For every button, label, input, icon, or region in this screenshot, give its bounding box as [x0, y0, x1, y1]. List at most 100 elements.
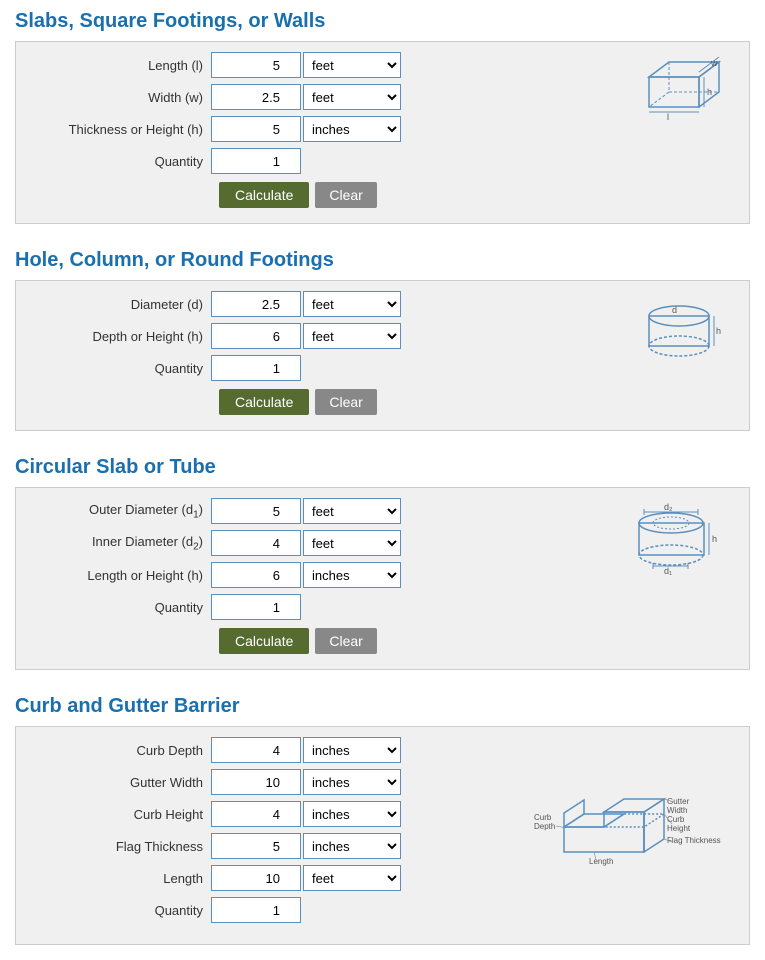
circular-btn-row: Calculate Clear	[219, 628, 614, 654]
curb-height-input[interactable]	[211, 801, 301, 827]
curb-diagram: Gutter Width Curb Depth Curb Height Flag…	[534, 737, 734, 872]
circular-diagram-svg: d₂ d₁ h	[629, 498, 729, 578]
curb-height-row: Curb Height inchesfeetyardscentimetersme…	[31, 801, 524, 827]
svg-text:Flag Thickness: Flag Thickness	[667, 836, 721, 845]
slabs-width-input[interactable]	[211, 84, 301, 110]
circular-outer-row: Outer Diameter (d1) feetinchesyardscenti…	[31, 498, 614, 524]
curb-depth-unit[interactable]: inchesfeetyardscentimetersmeters	[303, 737, 401, 763]
circular-inner-row: Inner Diameter (d2) feetinchesyardscenti…	[31, 530, 614, 556]
hole-depth-unit[interactable]: feetinchesyardscentimetersmeters	[303, 323, 401, 349]
curb-calc-box: Curb Depth inchesfeetyardscentimetersmet…	[15, 726, 750, 945]
circular-inner-input[interactable]	[211, 530, 301, 556]
hole-depth-row: Depth or Height (h) feetinchesyardscenti…	[31, 323, 614, 349]
slabs-thickness-row: Thickness or Height (h) feetinchesyardsc…	[31, 116, 614, 142]
curb-diagram-svg: Gutter Width Curb Depth Curb Height Flag…	[534, 742, 734, 872]
slabs-length-unit[interactable]: feetinchesyardscentimetersmeters	[303, 52, 401, 78]
hole-diagram-svg: d h	[634, 291, 724, 361]
hole-diameter-label: Diameter (d)	[31, 297, 211, 312]
circular-calc-box: Outer Diameter (d1) feetinchesyardscenti…	[15, 487, 750, 670]
svg-text:Gutter: Gutter	[667, 797, 690, 806]
curb-flagthick-row: Flag Thickness inchesfeetyardscentimeter…	[31, 833, 524, 859]
curb-length-row: Length feetinchesyardscentimetersmeters	[31, 865, 524, 891]
slabs-calc-box: Length (l) feetinchesyardscentimetersmet…	[15, 41, 750, 224]
hole-clear-button[interactable]: Clear	[315, 389, 376, 415]
hole-btn-row: Calculate Clear	[219, 389, 614, 415]
slabs-width-label: Width (w)	[31, 90, 211, 105]
curb-height-unit[interactable]: inchesfeetyardscentimetersmeters	[303, 801, 401, 827]
curb-form: Curb Depth inchesfeetyardscentimetersmet…	[31, 737, 524, 929]
slabs-form: Length (l) feetinchesyardscentimetersmet…	[31, 52, 614, 208]
slabs-section: Slabs, Square Footings, or Walls Length …	[0, 0, 765, 239]
svg-text:Height: Height	[667, 824, 691, 833]
hole-depth-input[interactable]	[211, 323, 301, 349]
circular-calculate-button[interactable]: Calculate	[219, 628, 309, 654]
curb-gutter-row: Gutter Width inchesfeetyardscentimetersm…	[31, 769, 524, 795]
curb-length-label: Length	[31, 871, 211, 886]
svg-text:h: h	[712, 534, 717, 544]
slabs-quantity-label: Quantity	[31, 154, 211, 169]
curb-section: Curb and Gutter Barrier Curb Depth inche…	[0, 685, 765, 960]
hole-calculate-button[interactable]: Calculate	[219, 389, 309, 415]
curb-length-unit[interactable]: feetinchesyardscentimetersmeters	[303, 865, 401, 891]
curb-length-input[interactable]	[211, 865, 301, 891]
curb-flagthick-unit[interactable]: inchesfeetyardscentimetersmeters	[303, 833, 401, 859]
slabs-clear-button[interactable]: Clear	[315, 182, 376, 208]
circular-height-unit[interactable]: feetinchesyardscentimetersmeters	[303, 562, 401, 588]
slabs-quantity-input[interactable]	[211, 148, 301, 174]
circular-quantity-row: Quantity	[31, 594, 614, 620]
hole-depth-label: Depth or Height (h)	[31, 329, 211, 344]
slabs-length-label: Length (l)	[31, 58, 211, 73]
hole-diagram: d h	[624, 291, 734, 361]
circular-height-label: Length or Height (h)	[31, 568, 211, 583]
curb-depth-label: Curb Depth	[31, 743, 211, 758]
curb-quantity-label: Quantity	[31, 903, 211, 918]
slabs-diagram: l h w	[624, 52, 734, 122]
hole-quantity-input[interactable]	[211, 355, 301, 381]
curb-depth-input[interactable]	[211, 737, 301, 763]
curb-title: Curb and Gutter Barrier	[15, 695, 750, 718]
circular-diagram: d₂ d₁ h	[624, 498, 734, 578]
hole-form: Diameter (d) feetinchesyardscentimetersm…	[31, 291, 614, 415]
curb-gutter-input[interactable]	[211, 769, 301, 795]
circular-height-input[interactable]	[211, 562, 301, 588]
circular-quantity-input[interactable]	[211, 594, 301, 620]
svg-text:Length: Length	[589, 857, 613, 866]
curb-quantity-input[interactable]	[211, 897, 301, 923]
slabs-thickness-input[interactable]	[211, 116, 301, 142]
curb-flagthick-label: Flag Thickness	[31, 839, 211, 854]
svg-text:Curb: Curb	[534, 813, 552, 822]
svg-text:h: h	[716, 326, 721, 336]
slabs-width-unit[interactable]: feetinchesyardscentimetersmeters	[303, 84, 401, 110]
hole-quantity-row: Quantity	[31, 355, 614, 381]
slabs-title: Slabs, Square Footings, or Walls	[15, 10, 750, 33]
circular-section: Circular Slab or Tube Outer Diameter (d1…	[0, 446, 765, 685]
hole-diameter-row: Diameter (d) feetinchesyardscentimetersm…	[31, 291, 614, 317]
slabs-length-input[interactable]	[211, 52, 301, 78]
curb-quantity-row: Quantity	[31, 897, 524, 923]
svg-text:d₂: d₂	[664, 502, 673, 512]
svg-text:w: w	[710, 58, 718, 68]
circular-outer-input[interactable]	[211, 498, 301, 524]
svg-text:d₁: d₁	[664, 566, 672, 576]
circular-outer-unit[interactable]: feetinchesyardscentimetersmeters	[303, 498, 401, 524]
hole-diameter-unit[interactable]: feetinchesyardscentimetersmeters	[303, 291, 401, 317]
svg-text:Depth: Depth	[534, 822, 555, 831]
circular-inner-unit[interactable]: feetinchesyardscentimetersmeters	[303, 530, 401, 556]
curb-gutter-unit[interactable]: inchesfeetyardscentimetersmeters	[303, 769, 401, 795]
slabs-btn-row: Calculate Clear	[219, 182, 614, 208]
slabs-width-row: Width (w) feetinchesyardscentimetersmete…	[31, 84, 614, 110]
svg-text:Width: Width	[667, 806, 687, 815]
circular-form: Outer Diameter (d1) feetinchesyardscenti…	[31, 498, 614, 654]
slabs-length-row: Length (l) feetinchesyardscentimetersmet…	[31, 52, 614, 78]
slabs-calculate-button[interactable]: Calculate	[219, 182, 309, 208]
curb-gutter-label: Gutter Width	[31, 775, 211, 790]
slabs-diagram-svg: l h w	[629, 52, 729, 122]
hole-diameter-input[interactable]	[211, 291, 301, 317]
curb-flagthick-input[interactable]	[211, 833, 301, 859]
hole-quantity-label: Quantity	[31, 361, 211, 376]
slabs-thickness-label: Thickness or Height (h)	[31, 122, 211, 137]
slabs-thickness-unit[interactable]: feetinchesyardscentimetersmeters	[303, 116, 401, 142]
svg-text:l: l	[667, 112, 669, 122]
circular-clear-button[interactable]: Clear	[315, 628, 376, 654]
svg-text:Curb: Curb	[667, 815, 685, 824]
